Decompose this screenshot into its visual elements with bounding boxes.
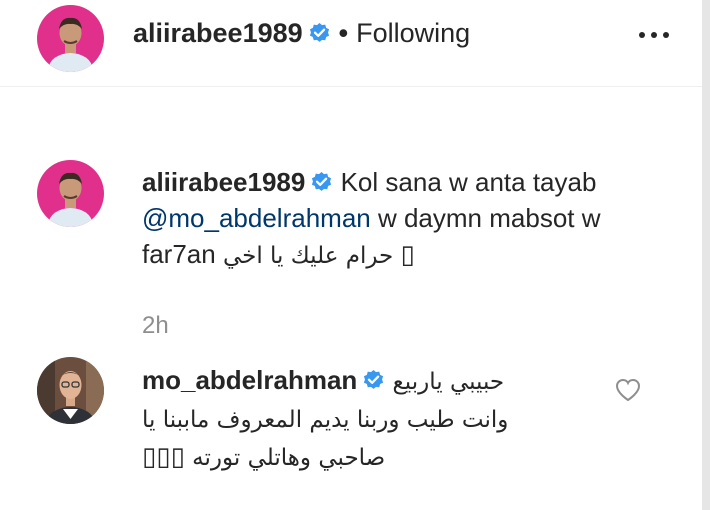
caption-mention-link[interactable]: @mo_abdelrahman xyxy=(142,203,371,233)
comment-arabic-line-3: صاحبي وهاتلي تورته xyxy=(192,445,386,471)
header-username[interactable]: aliirabee1989 xyxy=(133,18,303,48)
next-comment-peek xyxy=(142,502,172,510)
comment-arabic-line-2: وانت طيب وربنا يديم المعروف ماببنا يا xyxy=(142,407,509,433)
more-options-icon[interactable] xyxy=(636,25,672,45)
post-panel: aliirabee1989 • Following aliirabee1989 K… xyxy=(0,0,710,510)
verified-badge-icon xyxy=(309,22,329,42)
emoji-placeholders: ▯▯▯ xyxy=(142,441,185,471)
heart-icon[interactable] xyxy=(615,378,641,402)
caption-timestamp[interactable]: 2h xyxy=(142,312,169,340)
comment-avatar[interactable] xyxy=(37,357,104,424)
header-divider xyxy=(0,86,702,87)
verified-badge-icon xyxy=(312,171,332,191)
header-username-row: aliirabee1989 • Following xyxy=(133,18,470,49)
caption-avatar[interactable] xyxy=(37,160,104,227)
following-button[interactable]: Following xyxy=(356,18,470,48)
comment-username[interactable]: mo_abdelrahman xyxy=(142,365,357,395)
avatar[interactable] xyxy=(37,5,104,72)
caption-text: aliirabee1989 Kol sana w anta tayab @mo_… xyxy=(142,164,612,274)
comment-arabic-line-1: حبيبي ياربيع xyxy=(392,369,505,395)
caption-body-start: Kol sana w anta tayab xyxy=(340,167,597,197)
caption-username[interactable]: aliirabee1989 xyxy=(142,167,305,197)
caption-arabic-text: حرام عليك يا اخي xyxy=(222,243,394,269)
verified-badge-icon xyxy=(364,369,384,389)
emoji-placeholder: ▯ xyxy=(400,239,415,269)
separator-dot: • xyxy=(338,18,349,48)
post-header: aliirabee1989 • Following xyxy=(0,0,702,86)
comment-text: mo_abdelrahman حبيبي ياربيع وانت طيب ورب… xyxy=(142,362,582,476)
